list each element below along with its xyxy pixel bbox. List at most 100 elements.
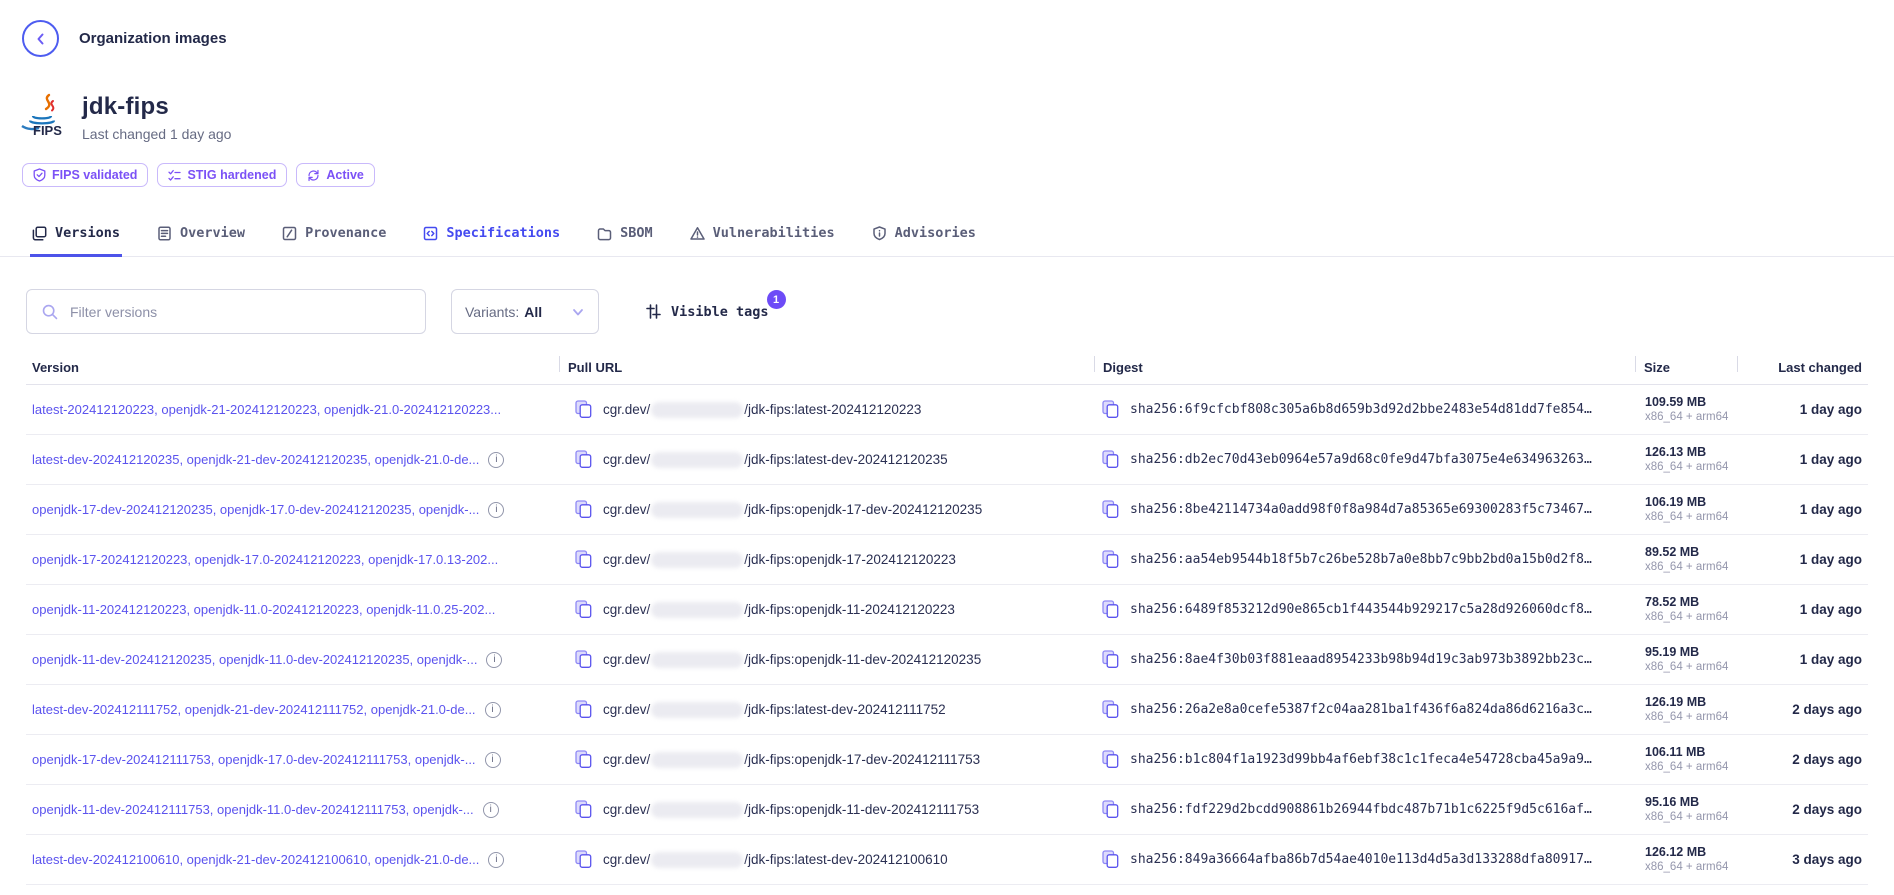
filter-versions-input[interactable] <box>70 304 411 320</box>
info-icon[interactable]: i <box>485 702 501 718</box>
digest-value: sha256:fdf229d2bcdd908861b26944fbdc487b7… <box>1130 802 1592 817</box>
redacted-org-name <box>651 502 743 518</box>
info-icon[interactable]: i <box>488 502 504 518</box>
badge-label: Active <box>326 168 364 182</box>
badge-stig-hardened: STIG hardened <box>157 163 287 187</box>
architectures: x86_64 + arm64 <box>1645 810 1728 825</box>
redacted-org-name <box>651 402 743 418</box>
size-value: 106.19 MB <box>1645 494 1706 510</box>
version-tags-link[interactable]: openjdk-11-dev-202412111753, openjdk-11.… <box>32 802 474 817</box>
copy-digest-icon[interactable] <box>1102 850 1119 869</box>
svg-text:FIPS: FIPS <box>33 123 62 138</box>
versions-icon <box>32 226 47 241</box>
version-tags-link[interactable]: openjdk-11-202412120223, openjdk-11.0-20… <box>32 602 495 617</box>
architectures: x86_64 + arm64 <box>1645 710 1728 725</box>
variants-select[interactable]: Variants:All <box>451 289 599 334</box>
pull-url: cgr.dev//jdk-fips:openjdk-17-dev-2024121… <box>603 752 980 768</box>
copy-pull-url-icon[interactable] <box>575 550 592 569</box>
copy-digest-icon[interactable] <box>1102 450 1119 469</box>
copy-pull-url-icon[interactable] <box>575 700 592 719</box>
version-tags-link[interactable]: latest-202412120223, openjdk-21-20241212… <box>32 402 501 417</box>
version-tags-link[interactable]: openjdk-17-202412120223, openjdk-17.0-20… <box>32 552 498 567</box>
copy-digest-icon[interactable] <box>1102 700 1119 719</box>
table-row: openjdk-17-202412120223, openjdk-17.0-20… <box>26 535 1868 585</box>
refresh-icon <box>307 169 320 182</box>
size-value: 126.12 MB <box>1645 844 1706 860</box>
info-icon[interactable]: i <box>488 852 504 868</box>
architectures: x86_64 + arm64 <box>1645 760 1728 775</box>
info-icon[interactable]: i <box>488 452 504 468</box>
copy-pull-url-icon[interactable] <box>575 600 592 619</box>
image-name: jdk-fips <box>82 93 231 121</box>
info-icon[interactable]: i <box>485 752 501 768</box>
copy-digest-icon[interactable] <box>1102 600 1119 619</box>
digest-value: sha256:6f9cfcbf808c305a6b8d659b3d92d2bbe… <box>1130 402 1592 417</box>
copy-pull-url-icon[interactable] <box>575 500 592 519</box>
filter-row: Variants:All Visible tags 1 <box>26 289 1868 334</box>
tab-provenance[interactable]: Provenance <box>280 219 388 257</box>
architectures: x86_64 + arm64 <box>1645 860 1728 875</box>
back-button[interactable] <box>22 20 59 57</box>
size-value: 89.52 MB <box>1645 544 1699 560</box>
versions-table: Version Pull URL Digest Size Last change… <box>26 354 1868 885</box>
badges-row: FIPS validated STIG hardened Active <box>22 163 1894 187</box>
warning-triangle-icon <box>690 226 705 241</box>
tab-bar: Versions Overview Provenance Specificati… <box>0 219 1894 257</box>
tab-advisories[interactable]: Advisories <box>870 219 978 257</box>
info-icon[interactable]: i <box>486 652 502 668</box>
table-row: latest-dev-202412111752, openjdk-21-dev-… <box>26 685 1868 735</box>
badge-label: STIG hardened <box>187 168 276 182</box>
pull-url: cgr.dev//jdk-fips:latest-202412120223 <box>603 402 921 418</box>
pull-url: cgr.dev//jdk-fips:openjdk-11-dev-2024121… <box>603 652 981 668</box>
tab-label: Versions <box>55 225 120 241</box>
copy-pull-url-icon[interactable] <box>575 450 592 469</box>
redacted-org-name <box>651 802 743 818</box>
digest-value: sha256:aa54eb9544b18f5b7c26be528b7a0e8bb… <box>1130 552 1592 567</box>
tab-specifications[interactable]: Specifications <box>421 219 562 257</box>
digest-value: sha256:8ae4f30b03f881eaad8954233b98b94d1… <box>1130 652 1592 667</box>
version-tags-link[interactable]: latest-dev-202412120235, openjdk-21-dev-… <box>32 452 479 467</box>
version-tags-link[interactable]: openjdk-17-dev-202412111753, openjdk-17.… <box>32 752 476 767</box>
size-value: 126.19 MB <box>1645 694 1706 710</box>
copy-pull-url-icon[interactable] <box>575 800 592 819</box>
version-tags-link[interactable]: latest-dev-202412100610, openjdk-21-dev-… <box>32 852 479 867</box>
tab-sbom[interactable]: SBOM <box>595 219 655 257</box>
table-row: latest-dev-202412100610, openjdk-21-dev-… <box>26 835 1868 885</box>
last-changed-value: 2 days ago <box>1737 685 1868 734</box>
digest-value: sha256:849a36664afba86b7d54ae4010e113d4d… <box>1130 852 1592 867</box>
column-header-size: Size <box>1635 354 1737 384</box>
copy-pull-url-icon[interactable] <box>575 750 592 769</box>
copy-digest-icon[interactable] <box>1102 550 1119 569</box>
copy-digest-icon[interactable] <box>1102 650 1119 669</box>
last-changed-value: 1 day ago <box>1737 385 1868 434</box>
tab-versions[interactable]: Versions <box>30 219 122 257</box>
tab-label: Advisories <box>895 225 976 241</box>
copy-pull-url-icon[interactable] <box>575 650 592 669</box>
tab-label: Provenance <box>305 225 386 241</box>
architectures: x86_64 + arm64 <box>1645 660 1728 675</box>
pull-url: cgr.dev//jdk-fips:openjdk-17-dev-2024121… <box>603 502 982 518</box>
copy-digest-icon[interactable] <box>1102 800 1119 819</box>
tab-vulnerabilities[interactable]: Vulnerabilities <box>688 219 837 257</box>
version-tags-link[interactable]: openjdk-17-dev-202412120235, openjdk-17.… <box>32 502 479 517</box>
redacted-org-name <box>651 552 743 568</box>
version-tags-link[interactable]: latest-dev-202412111752, openjdk-21-dev-… <box>32 702 476 717</box>
checklist-icon <box>168 169 181 182</box>
visible-tags-button[interactable]: Visible tags 1 <box>645 303 769 320</box>
version-tags-link[interactable]: openjdk-11-dev-202412120235, openjdk-11.… <box>32 652 477 667</box>
last-changed-value: 2 days ago <box>1737 735 1868 784</box>
column-header-version: Version <box>26 354 559 384</box>
copy-digest-icon[interactable] <box>1102 400 1119 419</box>
tab-label: SBOM <box>620 225 653 241</box>
copy-digest-icon[interactable] <box>1102 750 1119 769</box>
copy-pull-url-icon[interactable] <box>575 400 592 419</box>
pull-url: cgr.dev//jdk-fips:openjdk-11-dev-2024121… <box>603 802 979 818</box>
copy-digest-icon[interactable] <box>1102 500 1119 519</box>
pull-url: cgr.dev//jdk-fips:openjdk-11-20241212022… <box>603 602 955 618</box>
info-icon[interactable]: i <box>483 802 499 818</box>
tab-overview[interactable]: Overview <box>155 219 247 257</box>
table-row: openjdk-11-202412120223, openjdk-11.0-20… <box>26 585 1868 635</box>
copy-pull-url-icon[interactable] <box>575 850 592 869</box>
table-row: openjdk-17-dev-202412111753, openjdk-17.… <box>26 735 1868 785</box>
last-changed-value: 1 day ago <box>1737 535 1868 584</box>
